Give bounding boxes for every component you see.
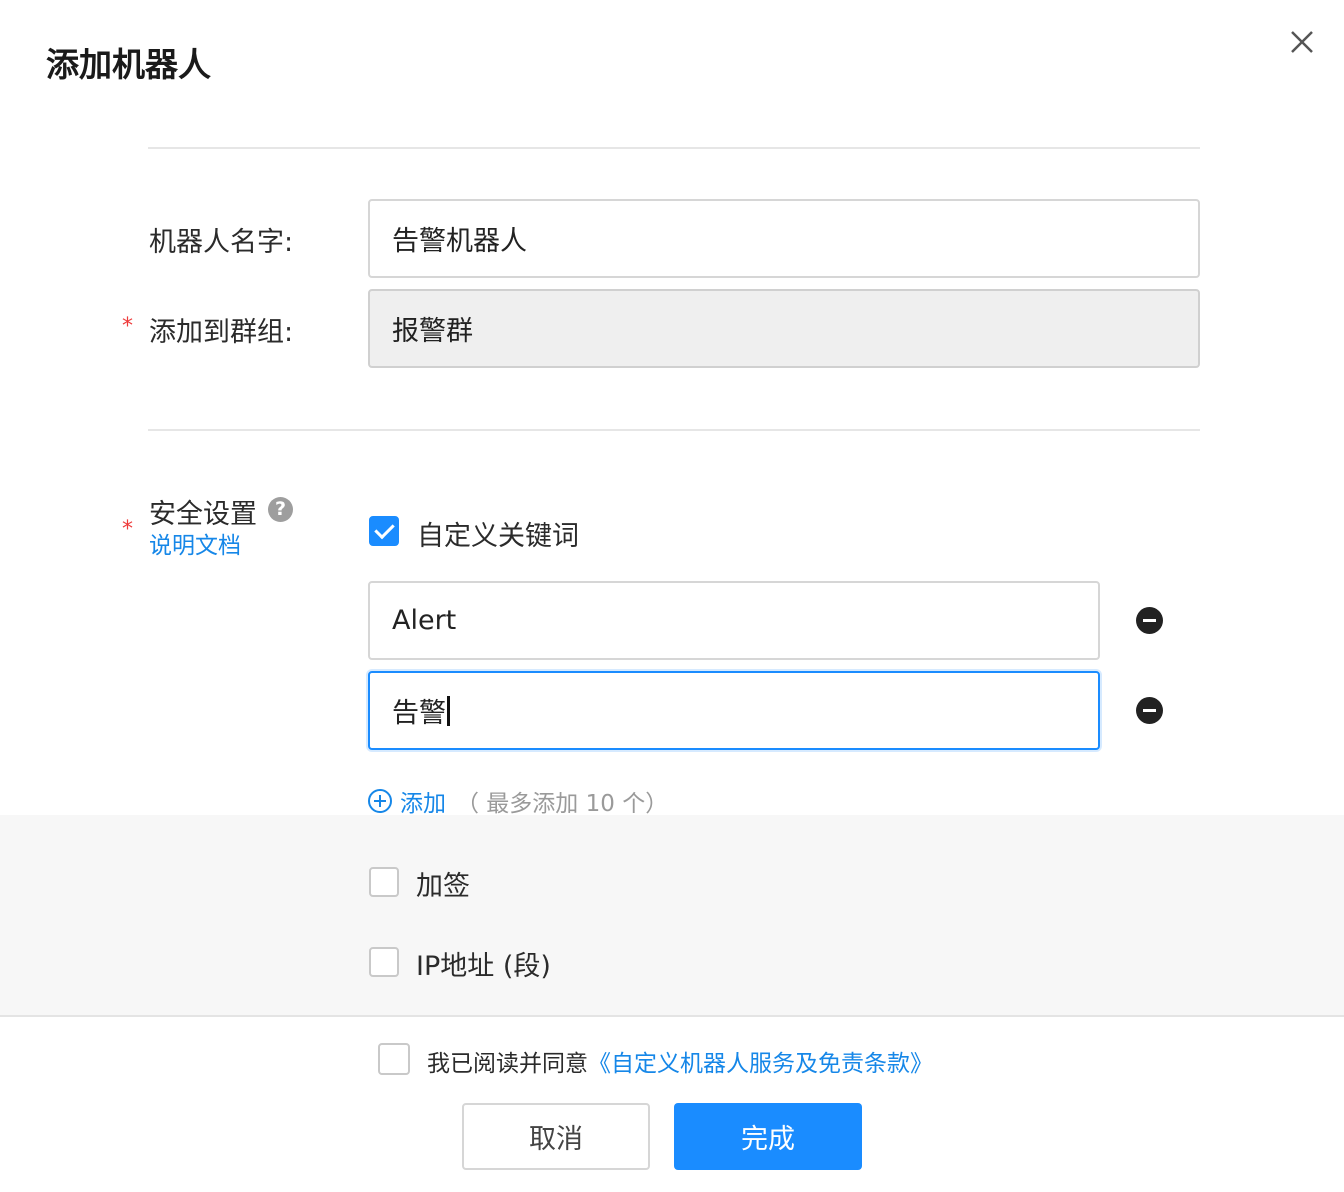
required-mark-group: * xyxy=(122,314,133,339)
keyword-checkbox[interactable] xyxy=(369,516,399,546)
divider-top xyxy=(148,147,1200,149)
cancel-button[interactable]: 取消 xyxy=(462,1103,650,1170)
keyword-input-1[interactable]: Alert xyxy=(368,581,1100,660)
add-keyword-row: 添加 （ 最多添加 10 个） xyxy=(368,784,668,818)
help-icon[interactable]: ? xyxy=(268,497,293,522)
sign-checkbox[interactable] xyxy=(369,867,399,897)
done-button[interactable]: 完成 xyxy=(674,1103,862,1170)
keyword-value-2: 告警 xyxy=(392,698,446,729)
ip-checkbox[interactable] xyxy=(369,947,399,977)
agreement-prefix: 我已阅读并同意 xyxy=(427,1051,588,1077)
agreement-text: 我已阅读并同意《自定义机器人服务及免责条款》 xyxy=(427,1044,933,1078)
text-caret xyxy=(447,695,450,726)
add-circle-icon[interactable] xyxy=(368,789,392,813)
agree-checkbox[interactable] xyxy=(378,1043,410,1075)
remove-keyword-2-icon[interactable] xyxy=(1136,697,1163,724)
keyword-option-label: 自定义关键词 xyxy=(417,521,579,552)
options-panel xyxy=(0,815,1344,1015)
group-input: 报警群 xyxy=(368,289,1200,368)
sign-option-label: 加签 xyxy=(416,871,470,902)
add-keyword-hint: （ 最多添加 10 个） xyxy=(456,791,669,817)
robot-name-label: 机器人名字: xyxy=(149,227,294,258)
divider-middle xyxy=(148,429,1200,431)
group-label: 添加到群组: xyxy=(149,317,294,348)
close-icon[interactable] xyxy=(1284,24,1320,60)
add-keyword-link[interactable]: 添加 xyxy=(400,784,446,818)
keyword-input-2[interactable]: 告警 xyxy=(368,671,1100,750)
robot-name-input[interactable]: 告警机器人 xyxy=(368,199,1200,278)
required-mark-security: * xyxy=(122,517,133,542)
group-value: 报警群 xyxy=(392,316,473,347)
robot-name-value: 告警机器人 xyxy=(392,226,527,257)
keyword-value-1: Alert xyxy=(392,605,457,636)
agreement-link[interactable]: 《自定义机器人服务及免责条款》 xyxy=(588,1051,933,1077)
ip-option-label: IP地址 (段) xyxy=(416,951,551,982)
doc-link[interactable]: 说明文档 xyxy=(149,526,241,560)
remove-keyword-1-icon[interactable] xyxy=(1136,607,1163,634)
footer-divider xyxy=(0,1015,1344,1017)
dialog-title: 添加机器人 xyxy=(46,45,211,84)
